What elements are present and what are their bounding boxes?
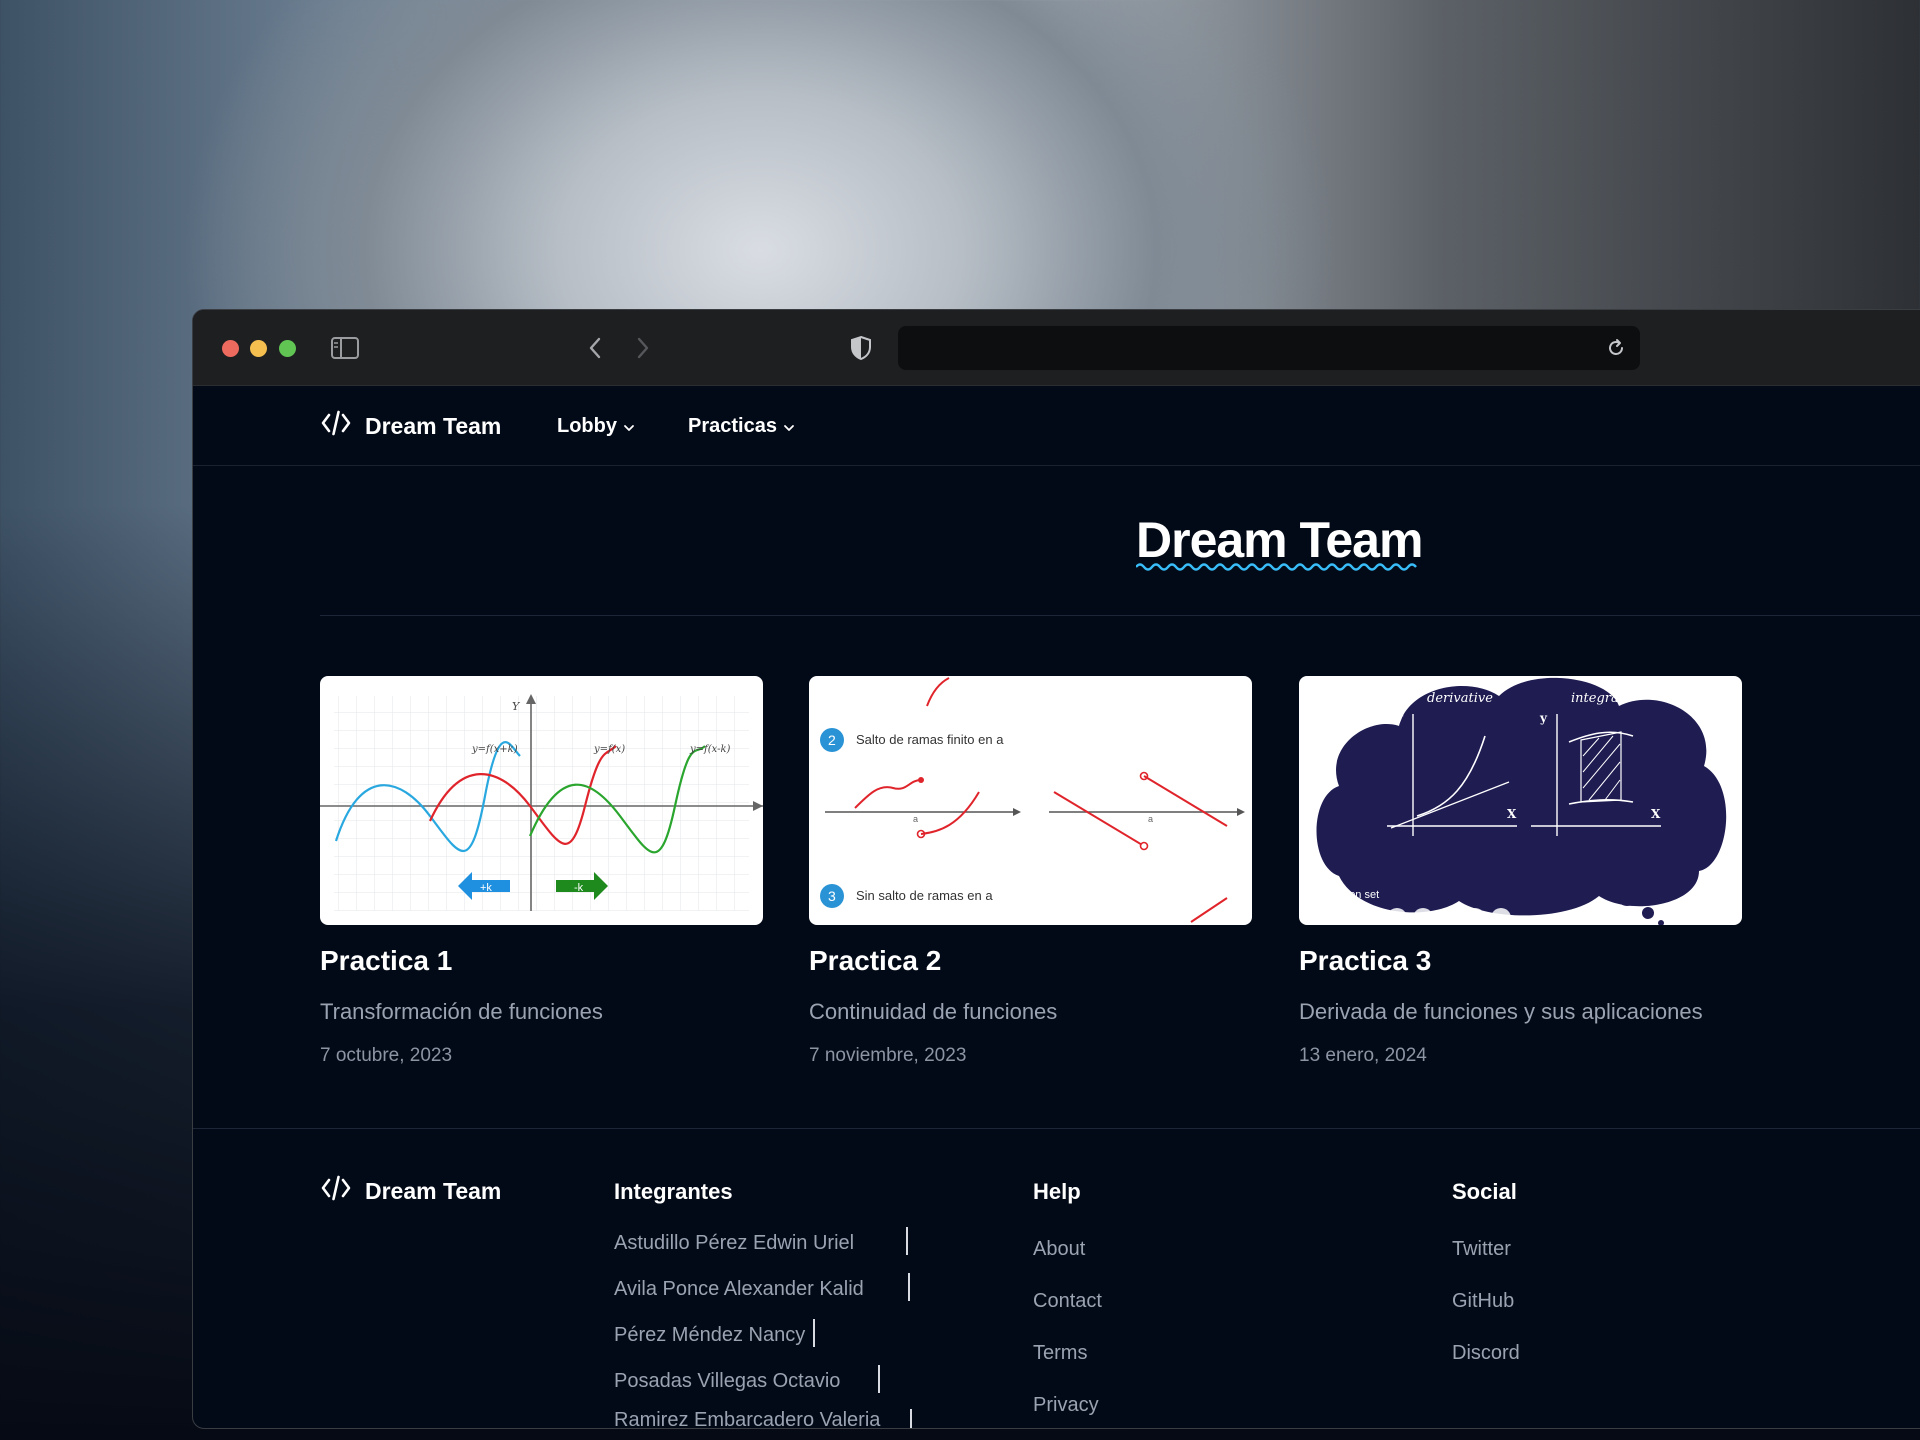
member-name: Astudillo Pérez Edwin Uriel	[614, 1232, 855, 1254]
text-cursor-bar	[906, 1227, 909, 1255]
step-3-caption: Sin salto de ramas en a	[856, 888, 993, 903]
card-description: Continuidad de funciones	[809, 999, 1058, 1024]
derivative-label: derivative	[1427, 691, 1493, 706]
card-title[interactable]: Practica 3	[1299, 945, 1742, 977]
browser-window: Dream Team Lobby Practicas Dream Team Y …	[192, 309, 1920, 1429]
nav-lobby-label: Lobby	[557, 414, 617, 437]
graph-label-shift-left: y=f(x+k)	[471, 744, 518, 755]
footer-link-github[interactable]: GitHub	[1452, 1261, 1520, 1313]
footer-link-privacy[interactable]: Privacy	[1033, 1365, 1102, 1417]
address-bar[interactable]	[898, 326, 1640, 370]
integral-y-axis: y	[1539, 711, 1548, 725]
member-item: Ramirez Embarcadero Valeria	[614, 1393, 913, 1429]
text-cursor-bar	[878, 1365, 881, 1393]
member-name: Pérez Méndez Nancy	[614, 1324, 806, 1346]
chevron-down-icon	[783, 415, 795, 438]
sidebar-toggle-icon[interactable]	[327, 330, 363, 366]
chevron-down-icon	[623, 415, 635, 438]
code-icon	[321, 1175, 351, 1207]
code-icon	[321, 410, 351, 442]
minimize-window-button[interactable]	[250, 340, 267, 357]
text-cursor-bar	[910, 1409, 913, 1428]
footer-link-terms[interactable]: Terms	[1033, 1313, 1102, 1365]
card-image-function-transformations[interactable]: Y y=f(x+k) y=f(x) y=f(x-k) +k -k	[320, 676, 763, 925]
footer-link-about[interactable]: About	[1033, 1209, 1102, 1261]
title-underline-wave	[1136, 563, 1417, 571]
brand-name: Dream Team	[365, 412, 502, 439]
member-name: Posadas Villegas Octavio	[614, 1370, 841, 1392]
footer-social-column: Social Twitter GitHub Discord	[1452, 1179, 1520, 1365]
nav-practicas-dropdown[interactable]: Practicas	[688, 406, 795, 446]
card-image-derivatives[interactable]: derivative integral y X y X Bonus icon s…	[1299, 676, 1742, 925]
footer-link-twitter[interactable]: Twitter	[1452, 1209, 1520, 1261]
member-name: Ramirez Embarcadero Valeria	[614, 1409, 881, 1429]
nav-practicas-label: Practicas	[688, 414, 777, 437]
member-item: Posadas Villegas Octavio	[614, 1347, 912, 1393]
privacy-shield-icon[interactable]	[843, 330, 879, 366]
footer-link-discord[interactable]: Discord	[1452, 1313, 1520, 1365]
footer-brand-name: Dream Team	[365, 1177, 502, 1204]
member-name: Avila Ponce Alexander Kalid	[614, 1278, 864, 1300]
practice-card-3[interactable]: derivative integral y X y X Bonus icon s…	[1299, 676, 1742, 1067]
card-title[interactable]: Practica 2	[809, 945, 1252, 977]
maximize-window-button[interactable]	[279, 340, 296, 357]
card-image-continuity[interactable]: 2 Salto de ramas finito en a a a 3 Sin s…	[809, 676, 1252, 925]
step-3-number: 3	[828, 888, 836, 904]
text-cursor-bar	[907, 1273, 910, 1301]
member-item: Astudillo Pérez Edwin Uriel	[614, 1209, 912, 1255]
axis-label-a: a	[913, 814, 918, 824]
card-description: Transformación de funciones	[320, 999, 603, 1024]
forward-arrow-icon[interactable]	[625, 330, 661, 366]
text-cursor-bar	[813, 1319, 816, 1347]
bonus-icon-set-label: Bonus icon set	[1307, 889, 1379, 901]
card-date: 13 enero, 2024	[1299, 1045, 1427, 1066]
practice-card-2[interactable]: 2 Salto de ramas finito en a a a 3 Sin s…	[809, 676, 1252, 1067]
hero-divider	[320, 615, 1920, 616]
member-item: Avila Ponce Alexander Kalid	[614, 1255, 912, 1301]
practice-card-1[interactable]: Y y=f(x+k) y=f(x) y=f(x-k) +k -k Practic…	[320, 676, 763, 1067]
card-date: 7 noviembre, 2023	[809, 1045, 967, 1066]
footer-integrantes-column: Integrantes Astudillo Pérez Edwin Uriel …	[614, 1179, 913, 1429]
browser-titlebar	[193, 310, 1920, 386]
graph-label-shift-right: y=f(x-k)	[689, 744, 731, 755]
derivative-x-axis: X	[1507, 807, 1517, 821]
footer-social-heading: Social	[1452, 1179, 1517, 1204]
graph-label-original: y=f(x)	[593, 744, 625, 755]
footer-divider	[193, 1128, 1920, 1129]
integral-label: integral	[1571, 691, 1623, 706]
footer-help-heading: Help	[1033, 1179, 1081, 1204]
step-2-number: 2	[828, 732, 836, 748]
footer-link-contact[interactable]: Contact	[1033, 1261, 1102, 1313]
card-date: 7 octubre, 2023	[320, 1045, 453, 1066]
brand-link[interactable]: Dream Team	[321, 406, 501, 446]
site-navbar: Dream Team Lobby Practicas	[193, 386, 1920, 466]
footer-integrantes-heading: Integrantes	[614, 1179, 733, 1204]
card-title[interactable]: Practica 1	[320, 945, 763, 977]
arrow-right-label: -k	[574, 882, 584, 894]
card-description: Derivada de funciones y sus aplicaciones	[1299, 999, 1703, 1024]
footer-brand-link[interactable]: Dream Team	[321, 1175, 501, 1207]
integral-x-axis: X	[1651, 807, 1661, 821]
close-window-button[interactable]	[222, 340, 239, 357]
derivative-y-axis: y	[1395, 711, 1404, 725]
axis-label-a-2: a	[1148, 814, 1153, 824]
step-2-caption: Salto de ramas finito en a	[856, 732, 1004, 747]
nav-lobby-dropdown[interactable]: Lobby	[557, 406, 635, 446]
arrow-left-label: +k	[480, 882, 492, 894]
member-item: Pérez Méndez Nancy	[614, 1301, 912, 1347]
back-arrow-icon[interactable]	[577, 330, 613, 366]
footer-help-column: Help About Contact Terms Privacy	[1033, 1179, 1102, 1417]
reload-icon[interactable]	[1600, 332, 1632, 364]
